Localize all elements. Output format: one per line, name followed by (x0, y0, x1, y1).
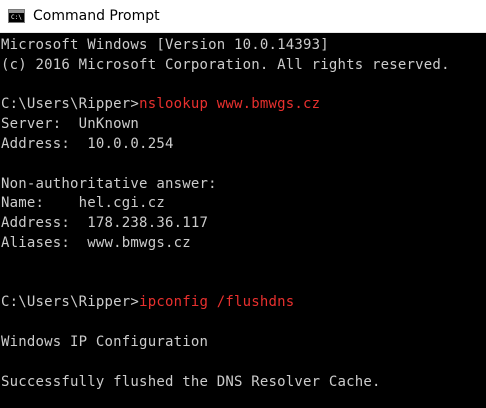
output-line: Non-authoritative answer: (1, 175, 217, 192)
command-text: ipconfig /flushdns (139, 294, 295, 311)
output-line: Address: 178.238.36.117 (1, 215, 209, 232)
console-output[interactable]: Microsoft Windows [Version 10.0.14393] (c… (0, 36, 486, 408)
icon-title-strip (9, 10, 24, 13)
command-line: C:\Users\Ripper>ipconfig /flushdns (0, 293, 486, 313)
command-line: C:\Users\Ripper>nslookup www.bmwgs.cz (0, 95, 486, 115)
output-line: Address: 10.0.0.254 (1, 135, 174, 152)
output-line: Server: UnKnown (1, 116, 140, 133)
command-prompt-icon[interactable]: C:\ (8, 9, 25, 23)
window-title: Command Prompt (33, 8, 160, 24)
title-bar[interactable]: C:\ Command Prompt (0, 0, 486, 33)
command-text: nslookup www.bmwgs.cz (139, 96, 321, 113)
prompt-text: C:\Users\Ripper> (1, 96, 140, 113)
prompt-text: C:\Users\Ripper> (1, 294, 140, 311)
output-line: Successfully flushed the DNS Resolver Ca… (1, 373, 381, 390)
output-line: Windows IP Configuration (1, 333, 209, 350)
icon-prompt-glyph: C:\ (11, 14, 22, 21)
output-line: Name: hel.cgi.cz (1, 195, 165, 212)
output-line: Aliases: www.bmwgs.cz (1, 234, 191, 251)
output-line: Microsoft Windows [Version 10.0.14393] (1, 37, 329, 53)
output-line: (c) 2016 Microsoft Corporation. All righ… (1, 56, 450, 73)
command-prompt-window: C:\ Command Prompt Microsoft Windows [Ve… (0, 0, 486, 408)
